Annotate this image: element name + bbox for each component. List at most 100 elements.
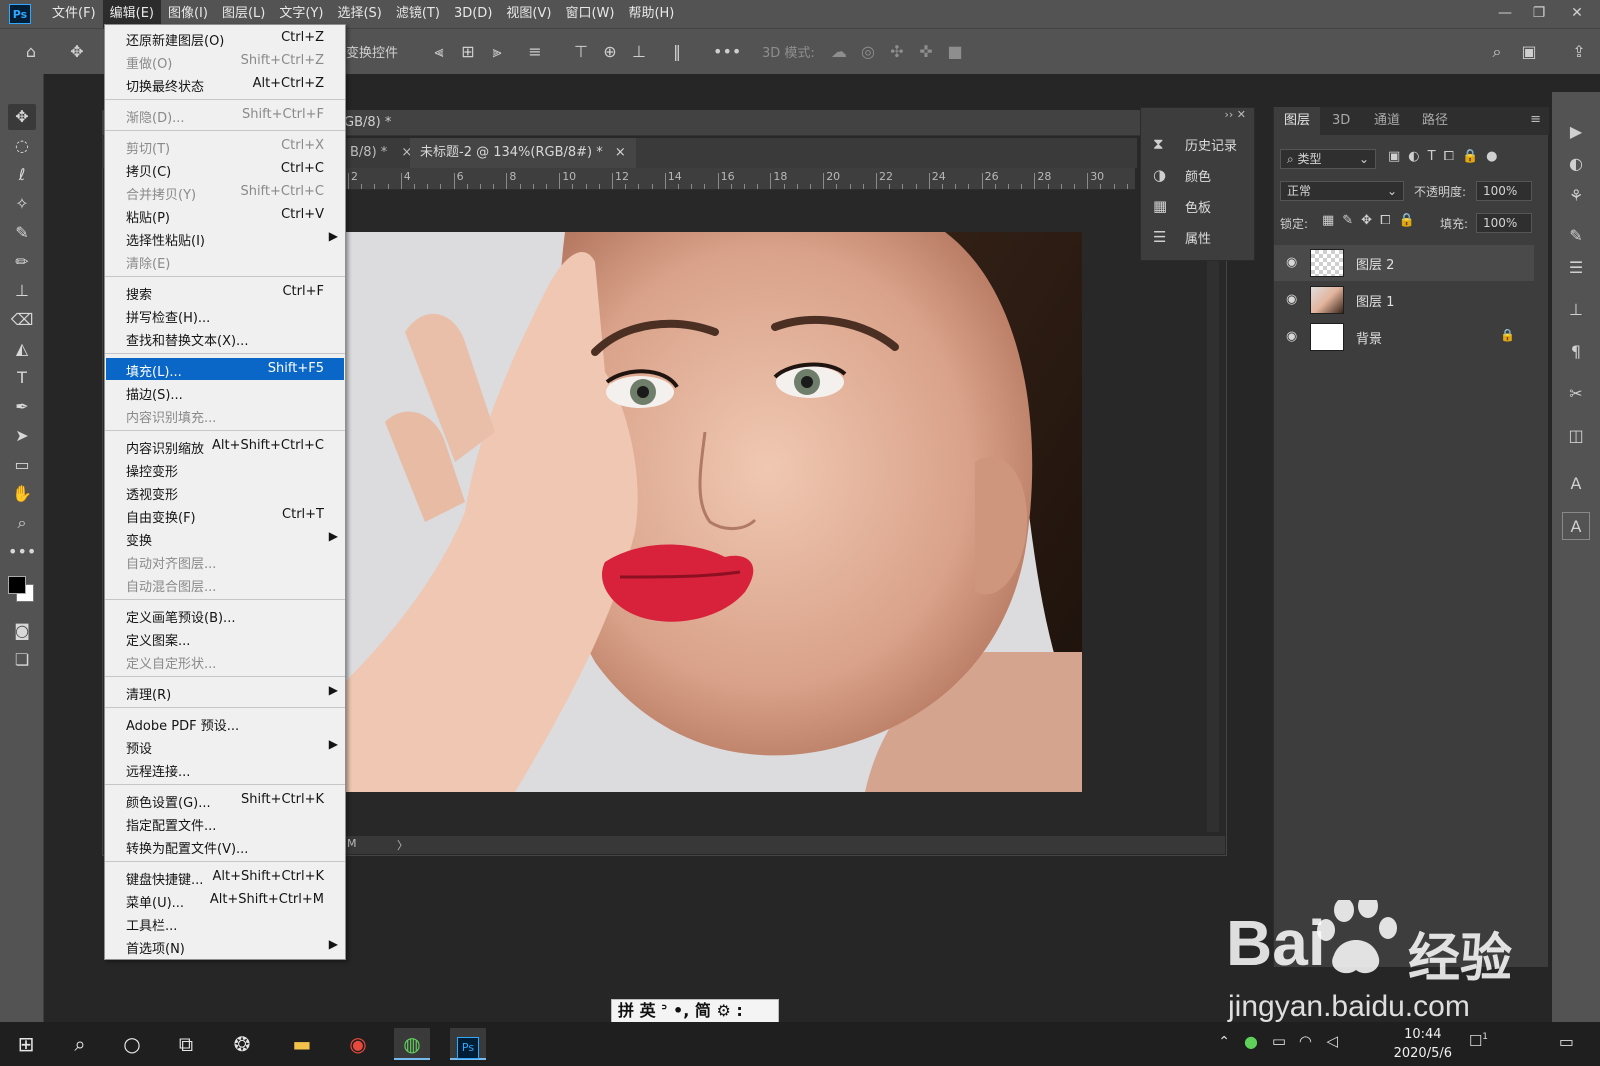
edit-menu-item-30[interactable]: 颜色设置(G)... Shift+Ctrl+K <box>106 789 344 811</box>
layer-row-layer-1[interactable]: ◉ 图层 1 <box>1274 282 1534 318</box>
marquee-tool-icon[interactable]: ◌ <box>8 133 36 159</box>
edit-menu-item-18[interactable]: 透视变形 <box>106 481 344 503</box>
photoshop-taskbar-icon[interactable]: Ps <box>450 1028 486 1060</box>
minimize-button[interactable]: — <box>1488 0 1522 28</box>
panel-item-history[interactable]: ⧗ 历史记录 <box>1153 130 1237 158</box>
align-middle-icon[interactable]: ⊕ <box>597 39 623 65</box>
edit-menu-item-35[interactable]: 工具栏... <box>106 912 344 934</box>
tab-3d[interactable]: 3D <box>1322 107 1360 135</box>
brush-tool-icon[interactable]: ✏ <box>8 249 36 275</box>
color-swatches[interactable] <box>6 568 38 608</box>
move-tool-icon[interactable]: ✥ <box>8 104 36 130</box>
3d-camera-icon[interactable]: ■ <box>942 39 968 65</box>
rectangle-tool-icon[interactable]: ▭ <box>8 452 36 478</box>
panel-item-properties[interactable]: ☰ 属性 <box>1153 223 1211 251</box>
edit-menu-item-33[interactable]: 键盘快捷键... Alt+Shift+Ctrl+K <box>106 866 344 888</box>
layer-filter-select[interactable]: ⌕ 类型 ⌄ <box>1280 149 1376 169</box>
wechat-icon[interactable]: ◍ <box>394 1028 430 1060</box>
more-tools-icon[interactable]: ••• <box>8 539 36 565</box>
eraser-tool-icon[interactable]: ⌫ <box>8 307 36 333</box>
eye-icon[interactable]: ◉ <box>1286 329 1297 344</box>
align-top-icon[interactable]: ⊤ <box>568 39 594 65</box>
3d-slide-icon[interactable]: ✜ <box>913 39 939 65</box>
volume-icon[interactable]: ◁ <box>1326 1032 1338 1050</box>
edit-menu-item-32[interactable]: 转换为配置文件(V)... <box>106 835 344 857</box>
3d-roll-icon[interactable]: ◎ <box>855 39 881 65</box>
edit-menu-item-23[interactable]: 定义画笔预设(B)... <box>106 604 344 626</box>
clone-source-icon[interactable]: ⊥ <box>1562 296 1590 324</box>
fill-field[interactable]: 100% <box>1476 213 1532 233</box>
search-icon[interactable]: ⌕ <box>1484 39 1510 65</box>
lasso-tool-icon[interactable]: ℓ <box>8 162 36 188</box>
sliders-icon[interactable]: ☰ <box>1562 254 1590 282</box>
magic-wand-icon[interactable]: ✧ <box>8 191 36 217</box>
edit-menu-item-7[interactable]: 粘贴(P) Ctrl+V <box>106 204 344 226</box>
brush-settings-icon[interactable]: ✎ <box>1562 222 1590 250</box>
menu-6[interactable]: 滤镜(T) <box>389 0 447 28</box>
workspace-icon[interactable]: ▣ <box>1516 39 1542 65</box>
chrome-icon[interactable]: ◉ <box>340 1028 376 1060</box>
edit-menu-item-16[interactable]: 内容识别缩放 Alt+Shift+Ctrl+C <box>106 435 344 457</box>
edit-menu-item-34[interactable]: 菜单(U)... Alt+Shift+Ctrl+M <box>106 889 344 911</box>
tray-app-icon[interactable]: ● <box>1244 1032 1258 1051</box>
move-tool-icon[interactable]: ✥ <box>64 39 90 65</box>
layer-row-layer-2[interactable]: ◉ 图层 2 <box>1274 245 1534 281</box>
tab-close-icon[interactable]: × <box>615 145 626 160</box>
menu-7[interactable]: 3D(D) <box>447 0 499 28</box>
play-actions-icon[interactable]: ▶ <box>1562 118 1590 146</box>
opacity-field[interactable]: 100% <box>1476 181 1532 201</box>
edit-menu-item-36[interactable]: 首选项(N) ▶ <box>106 935 344 957</box>
distribute-icon[interactable]: ≡ <box>522 39 548 65</box>
3d-orbit-icon[interactable]: ☁ <box>826 39 852 65</box>
battery-icon[interactable]: ▭ <box>1272 1032 1286 1050</box>
align-right-icon[interactable]: ⫸ <box>484 39 510 65</box>
tools-icon[interactable]: ✂ <box>1562 380 1590 408</box>
edit-menu-item-8[interactable]: 选择性粘贴(I) ▶ <box>106 227 344 249</box>
edit-menu-item-11[interactable]: 拼写检查(H)... <box>106 304 344 326</box>
edit-menu-item-19[interactable]: 自由变换(F) Ctrl+T <box>106 504 344 526</box>
task-view-icon[interactable]: ⧉ <box>168 1028 204 1060</box>
stamp-tool-icon[interactable]: ⊥ <box>8 278 36 304</box>
edit-menu-item-13[interactable]: 填充(L)... Shift+F5 <box>106 358 344 380</box>
menu-10[interactable]: 帮助(H) <box>621 0 681 28</box>
align-bottom-icon[interactable]: ⊥ <box>626 39 652 65</box>
type-tool-icon[interactable]: T <box>8 365 36 391</box>
notes-icon[interactable]: ◫ <box>1562 422 1590 450</box>
menu-0[interactable]: 文件(F) <box>45 0 103 28</box>
tab-layers[interactable]: 图层 <box>1274 107 1321 135</box>
hand-tool-icon[interactable]: ✋ <box>8 481 36 507</box>
adjustments-icon[interactable]: ◐ <box>1562 150 1590 178</box>
edit-menu-item-29[interactable]: 远程连接... <box>106 758 344 780</box>
glyphs-icon[interactable]: A <box>1562 470 1590 498</box>
status-arrow-icon[interactable]: 〉 <box>397 837 408 853</box>
edit-menu-item-17[interactable]: 操控变形 <box>106 458 344 480</box>
edit-menu-item-0[interactable]: 还原新建图层(O) Ctrl+Z <box>106 27 344 49</box>
transform-controls-label[interactable]: 变换控件 <box>346 42 398 61</box>
restore-button[interactable]: ❐ <box>1522 0 1556 28</box>
distribute-vertical-icon[interactable]: ‖ <box>664 39 690 65</box>
windows-start-icon[interactable]: ⊞ <box>8 1028 44 1060</box>
system-clock[interactable]: 10:44 2020/5/6 <box>1394 1025 1452 1063</box>
edit-menu-item-27[interactable]: Adobe PDF 预设... <box>106 712 344 734</box>
3d-pan-icon[interactable]: ✣ <box>884 39 910 65</box>
home-icon[interactable]: ⌂ <box>18 39 44 65</box>
align-left-icon[interactable]: ⫷ <box>426 39 452 65</box>
menu-8[interactable]: 视图(V) <box>499 0 558 28</box>
layer-row-background[interactable]: ◉ 背景 🔒 <box>1274 319 1534 355</box>
vertical-scrollbar[interactable] <box>1207 190 1219 832</box>
document-canvas[interactable] <box>345 232 1082 792</box>
search-icon[interactable]: ⌕ <box>62 1028 98 1060</box>
character-icon[interactable]: A <box>1562 512 1590 540</box>
foreground-color-swatch[interactable] <box>8 576 26 594</box>
panel-item-swatches[interactable]: ▦ 色板 <box>1153 192 1211 220</box>
tab-paths[interactable]: 路径 <box>1412 107 1458 135</box>
pen-tool-icon[interactable]: ✒ <box>8 394 36 420</box>
edit-menu-item-31[interactable]: 指定配置文件... <box>106 812 344 834</box>
libraries-icon[interactable]: ⚘ <box>1562 182 1590 210</box>
path-selection-icon[interactable]: ➤ <box>8 423 36 449</box>
edit-menu-item-2[interactable]: 切换最终状态 Alt+Ctrl+Z <box>106 73 344 95</box>
edit-menu-item-20[interactable]: 变换 ▶ <box>106 527 344 549</box>
share-icon[interactable]: ⇪ <box>1566 39 1592 65</box>
panel-item-color[interactable]: ◑ 颜色 <box>1153 161 1211 189</box>
panel-menu-icon[interactable]: ≡ <box>1530 112 1541 127</box>
